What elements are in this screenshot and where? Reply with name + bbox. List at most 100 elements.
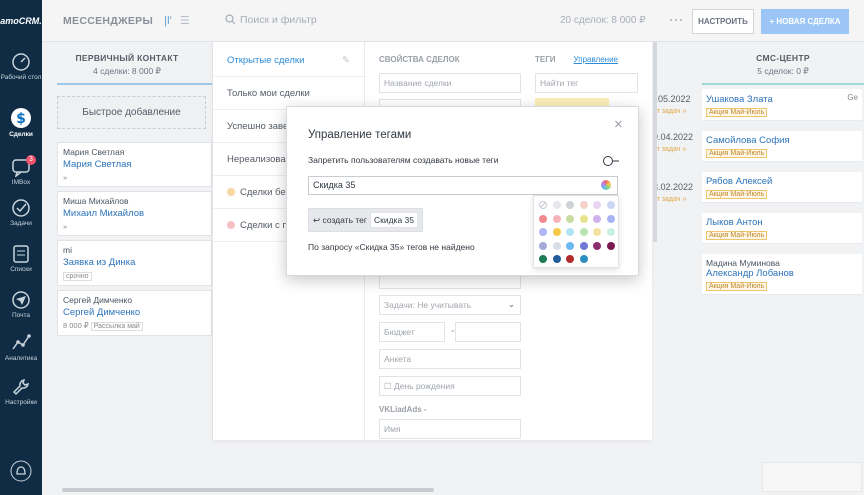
color-swatch[interactable] [579,214,588,223]
color-swatch[interactable] [606,214,615,223]
create-tag-chip: Скидка 35 [369,212,418,228]
deal-name[interactable]: Сергей Димченко [63,307,206,318]
deal-card[interactable]: Самойлова София Акция Май-Июль [702,131,862,162]
color-swatch[interactable] [579,228,588,236]
new-deal-button[interactable]: + НОВАЯ СДЕЛКА [761,9,849,34]
color-swatch[interactable] [539,255,547,263]
color-swatch[interactable] [593,241,601,250]
birthday-input[interactable]: ☐ День рождения [379,376,521,396]
create-tag-button[interactable]: ↩ создать тег Скидка 35 [308,208,423,232]
color-swatch[interactable] [552,201,561,209]
nav-lists[interactable]: Списки [0,244,42,274]
nav-analytics[interactable]: Аналитика [0,333,42,363]
budget-to-input[interactable] [455,322,521,342]
color-swatch[interactable] [552,241,561,250]
deal-card[interactable]: Сергей Димченко Сергей Димченко 8 000 ₽ … [57,290,212,336]
color-swatch[interactable] [593,214,601,223]
search-input[interactable]: Поиск и фильтр [225,14,317,26]
tag-chip[interactable] [535,98,609,106]
deal-name[interactable]: Рябов Алексей [706,176,858,187]
panel-scrollbar[interactable] [653,42,657,242]
color-swatch[interactable] [552,214,561,223]
color-swatch[interactable] [566,228,574,236]
setup-button[interactable]: НАСТРОИТЬ [692,9,754,34]
view-switcher[interactable]: |ǀ' ☰ [164,14,190,27]
name-input[interactable]: Имя [379,419,521,439]
deal-tag[interactable]: срочно [63,272,92,281]
nav-mail[interactable]: Почта [0,290,42,320]
deal-name[interactable]: Александр Лобанов [706,268,858,279]
color-swatch[interactable] [606,241,615,250]
nav-settings[interactable]: Настройки [0,377,42,407]
deal-name[interactable]: Ушакова Злата [706,94,773,105]
color-swatch[interactable] [539,228,547,236]
color-picker-icon[interactable] [601,180,611,190]
deal-card[interactable]: mi Заявка из Динка срочно [57,240,212,286]
no-color-swatch[interactable] [539,201,547,209]
close-icon[interactable]: × [614,117,623,132]
deal-name[interactable]: Мария Светлая [63,159,206,170]
nav-dashboard[interactable]: Рабочий стол [0,52,42,82]
deal-tag[interactable]: Акция Май-Июль [706,149,768,158]
nav-deals[interactable]: $ Сделки [0,107,42,139]
pipeline-view-icon[interactable]: |ǀ' [164,15,172,27]
color-swatch[interactable] [579,241,588,250]
nav-label: Списки [10,266,32,273]
color-swatch[interactable] [566,214,574,223]
deal-card[interactable]: Миша Михайлов Михаил Михайлов » [57,191,212,236]
peek-date: 9.04.2022 ет задач » [653,132,694,153]
deal-card[interactable]: Лыков Антон Акция Май-Июль [702,213,862,244]
deal-name[interactable]: Самойлова София [706,135,858,146]
deal-name-input[interactable]: Название сделки [379,73,521,93]
nav-imbox[interactable]: 3 IMBox [0,155,42,187]
edit-icon[interactable]: ✎ [342,44,350,76]
budget-from-input[interactable]: Бюджет [379,322,445,342]
deal-name[interactable]: Заявка из Динка [63,257,206,268]
toggle-switch[interactable] [603,155,619,167]
deal-contact: Мария Светлая [63,147,125,157]
deal-card[interactable]: Рябов Алексей Акция Май-Июль [702,172,862,203]
search-icon [225,14,236,25]
deal-card[interactable]: Мадина Муминова Александр Лобанов Акция … [702,254,862,295]
list-view-icon[interactable]: ☰ [180,15,190,27]
deal-tag[interactable]: Акция Май-Июль [706,282,768,291]
horizontal-scrollbar[interactable] [62,488,434,492]
color-swatch[interactable] [552,228,561,236]
gear-icon [12,379,29,396]
left-nav: amoCRM. Рабочий стол $ Сделки 3 IMBox За… [0,0,42,495]
deal-tag[interactable]: Акция Май-Июль [706,190,768,199]
deal-tag[interactable]: Акция Май-Июль [706,231,768,240]
tags-search-input[interactable]: Найти тег [535,73,638,93]
deal-name[interactable]: Михаил Михайлов [63,208,206,219]
color-swatch[interactable] [552,255,561,263]
column-color-bar [702,83,864,85]
more-button[interactable]: ··· [669,12,684,26]
deal-card[interactable]: Ушакова Злата Ge Акция Май-Июль [702,89,862,121]
color-swatch[interactable] [606,201,615,209]
survey-input[interactable]: Анкета [379,349,521,369]
quick-add-button[interactable]: Быстрое добавление [57,96,206,129]
tag-input[interactable]: Скидка 35 [308,176,618,195]
color-swatch[interactable] [566,255,574,263]
svg-text:$: $ [16,111,26,127]
deal-name[interactable]: Лыков Антон [706,217,858,228]
tags-manage-link[interactable]: Управление [574,55,618,64]
deal-card[interactable]: Мария Светлая Мария Светлая » [57,142,212,187]
color-swatch[interactable] [593,201,601,209]
color-swatch[interactable] [566,241,574,250]
color-swatch[interactable] [539,214,547,223]
deal-tag[interactable]: Рассылка май [90,322,143,331]
deal-meta: » [63,173,68,182]
color-swatch[interactable] [606,228,615,236]
color-swatch[interactable] [593,228,601,236]
preset-item[interactable]: Открытые сделки ✎ [213,44,364,77]
nav-notifications[interactable] [0,460,42,484]
color-swatch[interactable] [579,201,588,209]
tasks-select[interactable]: Задачи: Не учитывать ⌄ [379,295,521,315]
nav-tasks[interactable]: Задачи [0,198,42,228]
color-swatch[interactable] [579,255,588,263]
color-swatch[interactable] [539,241,547,250]
preset-dot [227,221,235,229]
color-swatch[interactable] [566,201,574,209]
deal-tag[interactable]: Акция Май-Июль [706,108,768,117]
